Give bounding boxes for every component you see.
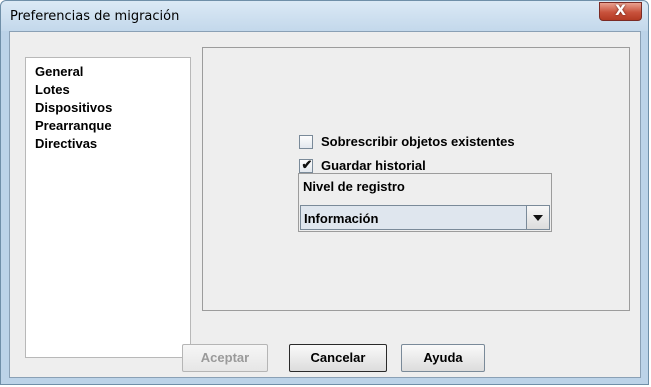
log-level-label: Nivel de registro xyxy=(303,179,405,194)
log-level-select[interactable]: Información xyxy=(300,205,550,230)
help-button[interactable]: Ayuda xyxy=(401,344,485,372)
category-list: General Lotes Dispositivos Prearranque D… xyxy=(25,57,191,358)
category-item-directivas[interactable]: Directivas xyxy=(26,135,190,153)
category-item-prearranque[interactable]: Prearranque xyxy=(26,117,190,135)
history-checkbox[interactable]: ✔ xyxy=(299,156,313,173)
close-icon: X xyxy=(615,3,626,19)
settings-panel: Sobrescribir objetos existentes ✔ Guarda… xyxy=(202,47,630,311)
history-option[interactable]: ✔ Guardar historial xyxy=(299,156,426,173)
migration-preferences-dialog: Preferencias de migración X General Lote… xyxy=(0,0,649,385)
log-level-value: Información xyxy=(304,211,379,226)
window-title: Preferencias de migración xyxy=(10,9,180,24)
checkmark-icon: ✔ xyxy=(301,156,313,172)
category-item-general[interactable]: General xyxy=(26,63,190,81)
cancel-button[interactable]: Cancelar xyxy=(289,344,387,372)
category-item-dispositivos[interactable]: Dispositivos xyxy=(26,99,190,117)
dialog-content: General Lotes Dispositivos Prearranque D… xyxy=(9,31,641,378)
overwrite-checkbox[interactable] xyxy=(299,134,313,149)
dropdown-button[interactable] xyxy=(526,206,549,229)
overwrite-option[interactable]: Sobrescribir objetos existentes xyxy=(299,134,515,149)
overwrite-label: Sobrescribir objetos existentes xyxy=(321,134,515,149)
log-level-group: Nivel de registro Información xyxy=(298,173,552,232)
category-item-lotes[interactable]: Lotes xyxy=(26,81,190,99)
history-label: Guardar historial xyxy=(321,158,426,173)
title-bar: Preferencias de migración X xyxy=(1,1,648,31)
close-button[interactable]: X xyxy=(599,2,642,21)
accept-button[interactable]: Aceptar xyxy=(182,344,268,372)
chevron-down-icon xyxy=(533,215,543,221)
